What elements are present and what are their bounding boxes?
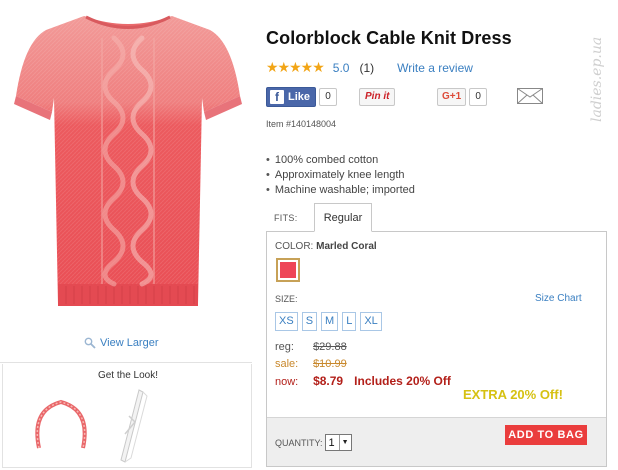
purchase-options-panel: COLOR: Marled Coral SIZE: Size Chart XS …	[266, 231, 607, 467]
color-label-row: COLOR: Marled Coral	[275, 241, 377, 252]
watermark: ladies.ep.ua	[589, 37, 605, 122]
feature-item: Machine washable; imported	[266, 183, 415, 198]
facebook-like-widget: f Like 0	[266, 87, 338, 107]
accessory-thumbnail[interactable]	[113, 386, 153, 466]
discount-note: Includes 20% Off	[354, 374, 451, 388]
swatch-fill	[280, 262, 296, 278]
watermark-text: ladies.ep.ua	[589, 37, 605, 122]
quantity-label: QUANTITY:	[275, 437, 323, 448]
regular-price-row: reg: $29.88	[275, 341, 347, 353]
sale-price-row: sale: $10.99	[275, 358, 347, 370]
facebook-like-button[interactable]: f Like	[266, 87, 317, 107]
get-the-look-panel: Get the Look!	[2, 364, 252, 468]
facebook-icon: f	[270, 90, 284, 104]
now-price: $8.79	[313, 374, 344, 388]
rating-count: (1)	[359, 60, 375, 75]
tab-regular[interactable]: Regular	[314, 203, 372, 232]
rating-value[interactable]: 5.0	[333, 61, 350, 75]
headband-thumbnail[interactable]	[33, 392, 89, 452]
quantity-row: QUANTITY: 1 ▼	[275, 434, 352, 451]
fits-label: FITS:	[274, 213, 298, 223]
item-number: Item #140148004	[266, 119, 337, 129]
add-to-bag-button[interactable]: ADD TO BAG	[505, 425, 587, 445]
size-option-m[interactable]: M	[321, 312, 339, 331]
rating-row: ★★★★★ 5.0 (1) Write a review	[266, 59, 473, 76]
now-price-row: now: $8.79 Includes 20% Off	[275, 374, 451, 388]
now-price-label: now:	[275, 376, 299, 388]
feature-list: 100% combed cotton Approximately knee le…	[266, 153, 415, 198]
envelope-icon[interactable]	[517, 88, 543, 104]
magnifier-icon	[84, 337, 96, 349]
dress-image	[14, 15, 242, 306]
color-swatch-marled-coral[interactable]	[276, 258, 300, 282]
sale-price: $10.99	[313, 358, 347, 370]
size-option-l[interactable]: L	[342, 312, 357, 331]
size-option-xl[interactable]: XL	[360, 312, 382, 331]
product-gallery: View Larger Get the Look!	[0, 0, 252, 470]
rating-stars-icon[interactable]: ★★★★★	[266, 59, 325, 76]
product-image[interactable]	[14, 4, 242, 334]
divider	[0, 362, 252, 363]
google-plus-count: 0	[469, 88, 488, 106]
chevron-down-icon: ▼	[338, 435, 351, 450]
pinterest-widget: Pin it	[359, 87, 396, 107]
get-the-look-title: Get the Look!	[97, 370, 159, 381]
facebook-like-count: 0	[319, 88, 338, 106]
google-plus-button[interactable]: G+1	[437, 88, 467, 106]
quantity-select[interactable]: 1 ▼	[324, 434, 352, 451]
extra-discount-badge: EXTRA 20% Off!	[463, 387, 563, 402]
view-larger-link[interactable]: View Larger	[84, 337, 159, 349]
google-plus-widget: G+1 0	[437, 87, 488, 107]
feature-item: Approximately knee length	[266, 168, 415, 183]
regular-price-label: reg:	[275, 341, 294, 353]
pin-it-button[interactable]: Pin it	[359, 88, 396, 106]
product-title: Colorblock Cable Knit Dress	[266, 28, 512, 48]
size-label: SIZE:	[275, 294, 298, 304]
size-chart-link[interactable]: Size Chart	[535, 293, 582, 304]
feature-item: 100% combed cotton	[266, 153, 415, 168]
regular-price: $29.88	[313, 341, 347, 353]
size-selector: XS S M L XL	[275, 312, 382, 331]
quantity-value: 1	[328, 436, 335, 449]
write-review-link[interactable]: Write a review	[397, 61, 473, 75]
size-option-xs[interactable]: XS	[275, 312, 298, 331]
color-name: Marled Coral	[316, 241, 377, 252]
add-to-bag-bar: QUANTITY: 1 ▼ ADD TO BAG	[267, 417, 606, 466]
sale-price-label: sale:	[275, 358, 299, 370]
color-label: COLOR:	[275, 241, 314, 252]
size-option-s[interactable]: S	[301, 312, 318, 331]
facebook-like-label: Like	[288, 91, 311, 103]
view-larger-label: View Larger	[100, 337, 159, 349]
